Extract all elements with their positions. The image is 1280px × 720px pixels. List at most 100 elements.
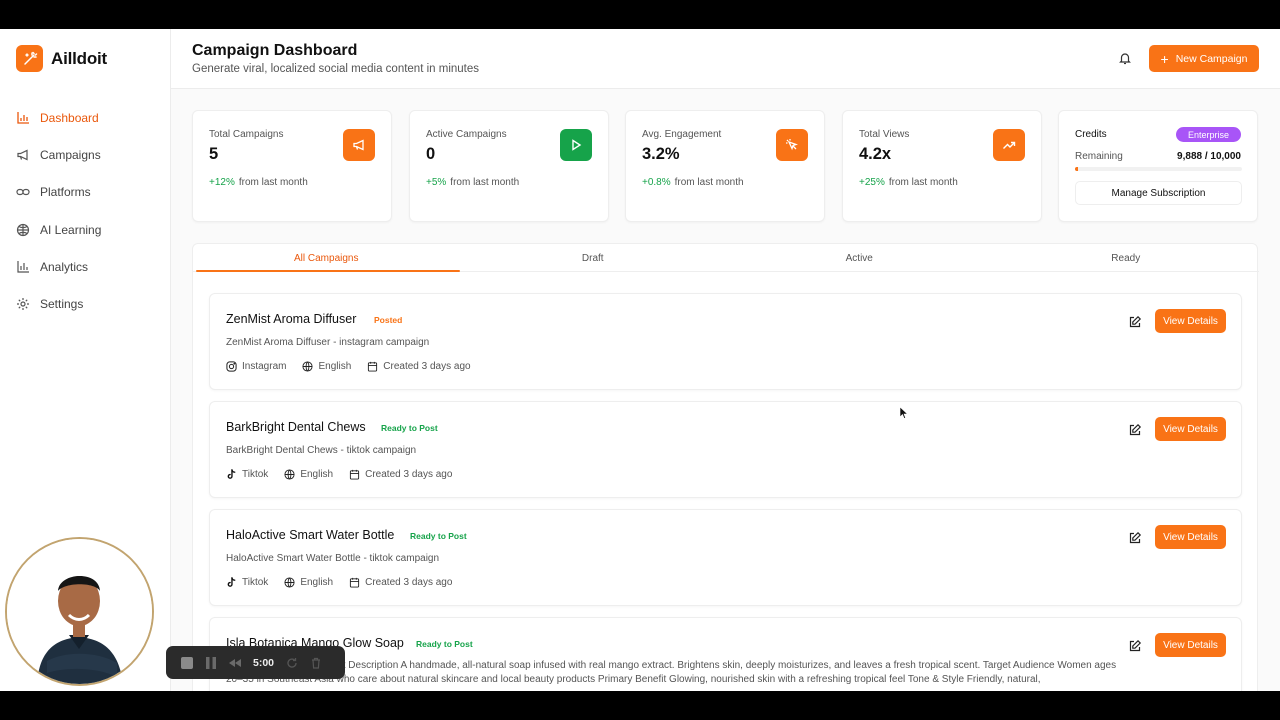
new-campaign-label: New Campaign: [1175, 52, 1248, 65]
status-badge: Ready to Post: [381, 423, 438, 433]
campaign-description: ZenMist Aroma Diffuser - instagram campa…: [226, 337, 430, 348]
status-badge: Posted: [374, 315, 403, 325]
stat-change: +25%: [859, 177, 885, 188]
view-details-button[interactable]: View Details: [1155, 525, 1226, 549]
stat-change: +12%: [209, 177, 235, 188]
campaign-meta: Instagram English Created 3 days ago: [226, 361, 471, 372]
language-meta: English: [284, 577, 333, 588]
plan-badge: Enterprise: [1175, 127, 1241, 142]
webcam-overlay: [5, 537, 154, 686]
credits-usage-fill: [1075, 167, 1079, 171]
language-label: English: [300, 577, 334, 588]
remaining-value: 9,888 / 10,000: [1177, 151, 1241, 162]
stat-change-text: from last month: [450, 177, 520, 188]
stat-label: Total Views: [859, 129, 910, 140]
platform-meta: Tiktok: [226, 469, 268, 480]
campaign-name: HaloActive Smart Water Bottle: [226, 528, 395, 542]
credits-usage-bar: [1075, 167, 1242, 171]
view-details-button[interactable]: View Details: [1155, 309, 1226, 333]
campaign-card: Isla Botanica Mango Glow Soap Ready to P…: [209, 617, 1242, 691]
stop-icon[interactable]: [181, 656, 193, 669]
calendar-icon: [350, 469, 360, 480]
megaphone-icon: [17, 149, 28, 161]
view-details-button[interactable]: View Details: [1155, 633, 1226, 657]
platform-meta: Instagram: [226, 361, 286, 372]
restart-icon[interactable]: [286, 657, 298, 669]
language-meta: English: [302, 361, 351, 372]
page-subtitle: Generate viral, localized social media c…: [192, 63, 480, 75]
stat-change-text: from last month: [238, 177, 308, 188]
presenter-avatar: [7, 539, 152, 684]
link-icon: [16, 189, 30, 196]
stat-change: +5%: [426, 177, 447, 188]
sidebar-item-settings[interactable]: Settings: [16, 285, 156, 322]
edit-icon[interactable]: [1128, 531, 1142, 545]
sidebar-item-analytics[interactable]: Analytics: [16, 248, 156, 285]
trash-icon[interactable]: [310, 657, 322, 669]
campaign-name: BarkBright Dental Chews: [226, 420, 366, 434]
stat-card-total-campaigns: Total Campaigns 5 +12% from last month: [192, 110, 392, 222]
status-badge: Ready to Post: [410, 531, 467, 541]
manage-subscription-button[interactable]: Manage Subscription: [1075, 181, 1242, 205]
campaign-meta: Tiktok English Created 3 days ago: [226, 469, 452, 480]
campaign-card: HaloActive Smart Water Bottle Ready to P…: [209, 509, 1242, 606]
campaign-name: ZenMist Aroma Diffuser: [226, 312, 357, 326]
new-campaign-button[interactable]: + New Campaign: [1149, 45, 1259, 72]
campaign-description: Mango Glow Soap Product Description A ha…: [226, 660, 1117, 685]
remaining-label: Remaining: [1075, 151, 1123, 162]
stat-label: Active Campaigns: [426, 129, 507, 140]
sidebar-item-label: Platforms: [40, 185, 91, 200]
campaign-meta: Tiktok English Created 3 days ago: [226, 577, 452, 588]
brand[interactable]: Ailldoit: [16, 45, 107, 72]
created-label: Created 3 days ago: [365, 469, 453, 480]
screen-recorder-toolbar: 5:00: [166, 646, 345, 679]
created-meta: Created 3 days ago: [367, 361, 471, 372]
tiktok-icon: [227, 577, 236, 587]
sidebar-item-platforms[interactable]: Platforms: [16, 174, 156, 211]
language-label: English: [300, 469, 334, 480]
language-label: English: [318, 361, 352, 372]
megaphone-icon: [343, 129, 375, 161]
rewind-icon[interactable]: [229, 657, 241, 669]
sidebar-item-campaigns[interactable]: Campaigns: [16, 136, 156, 173]
campaign-tabs: All Campaigns Draft Active Ready: [193, 244, 1259, 272]
edit-icon[interactable]: [1128, 315, 1142, 329]
bar-chart-icon: [17, 111, 29, 124]
sidebar-item-label: Dashboard: [40, 110, 99, 125]
calendar-icon: [350, 577, 360, 588]
stat-trend: +25% from last month: [859, 177, 958, 188]
stat-value: 0: [426, 145, 436, 163]
cursor-click-icon: [776, 129, 808, 161]
tab-all-campaigns[interactable]: All Campaigns: [193, 244, 460, 272]
page-title: Campaign Dashboard: [192, 42, 358, 59]
platform-meta: Tiktok: [226, 577, 268, 588]
sidebar-item-label: AI Learning: [40, 222, 102, 237]
sidebar-item-dashboard[interactable]: Dashboard: [16, 99, 156, 136]
status-badge: Ready to Post: [416, 639, 473, 649]
view-details-button[interactable]: View Details: [1155, 417, 1226, 441]
tab-ready[interactable]: Ready: [993, 244, 1260, 271]
platform-label: Instagram: [242, 361, 287, 372]
plus-icon: +: [1160, 50, 1169, 67]
sidebar-nav: Dashboard Campaigns Platforms AI Learnin…: [16, 99, 156, 323]
stat-value: 4.2x: [859, 145, 892, 163]
sidebar-item-ai-learning[interactable]: AI Learning: [16, 211, 156, 248]
tab-active[interactable]: Active: [726, 244, 993, 271]
globe-icon: [284, 469, 295, 480]
created-label: Created 3 days ago: [365, 577, 453, 588]
stat-value: 3.2%: [642, 145, 680, 163]
stat-change-text: from last month: [674, 177, 744, 188]
play-icon: [560, 129, 592, 161]
stat-change: +0.8%: [642, 177, 671, 188]
campaign-card: ZenMist Aroma Diffuser Posted ZenMist Ar…: [209, 293, 1242, 390]
edit-icon[interactable]: [1128, 639, 1142, 653]
bell-icon[interactable]: [1118, 51, 1132, 65]
platform-label: Tiktok: [242, 577, 269, 588]
tab-draft[interactable]: Draft: [460, 244, 727, 271]
edit-icon[interactable]: [1128, 423, 1142, 437]
globe-icon: [302, 361, 314, 372]
pause-icon[interactable]: [205, 656, 217, 669]
brain-icon: [16, 223, 30, 236]
recording-timer: 5:00: [253, 656, 275, 669]
stat-label: Avg. Engagement: [642, 129, 722, 140]
